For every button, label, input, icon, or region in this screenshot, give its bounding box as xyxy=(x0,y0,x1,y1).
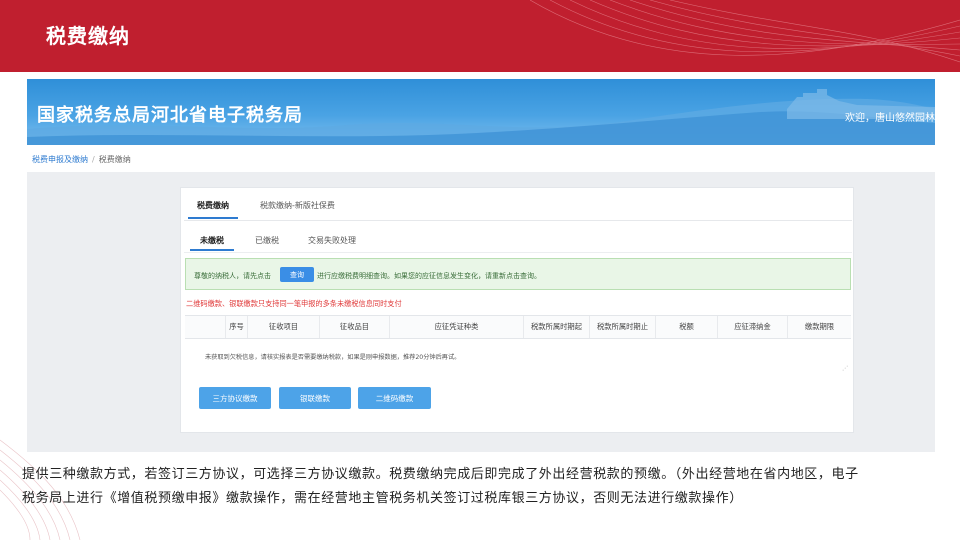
column-header: 税款所属时期起 xyxy=(523,316,589,338)
column-header: 征收品目 xyxy=(319,316,389,338)
header-wave-decoration xyxy=(530,0,960,63)
column-header: 税款所属时期止 xyxy=(589,316,655,338)
active-subtab-indicator xyxy=(190,249,234,251)
tab-social-insurance[interactable]: 税款缴纳-新版社保费 xyxy=(260,200,335,211)
breadcrumb-current: 税费缴纳 xyxy=(98,155,131,164)
notice-suffix: 进行应缴税费明细查询。如果您的应征信息发生变化，请重新点击查询。 xyxy=(317,272,541,280)
column-header: 应征滞纳金 xyxy=(717,316,787,338)
query-button[interactable]: 查询 xyxy=(280,267,314,282)
slide-header-bar xyxy=(0,0,960,72)
tab-tax-payment[interactable]: 税费缴纳 xyxy=(197,200,229,211)
unionpay-payment-button[interactable]: 银联缴款 xyxy=(279,387,351,409)
table-header: 序号 征收项目 征收品目 应征凭证种类 税款所属时期起 税款所属时期止 税额 应… xyxy=(185,315,851,339)
active-tab-indicator xyxy=(188,217,238,219)
resize-handle-icon[interactable]: ⋰ xyxy=(842,365,848,372)
notice-prefix: 尊敬的纳税人，请先点击 xyxy=(194,272,271,280)
qrcode-payment-button[interactable]: 二维码缴款 xyxy=(358,387,431,409)
column-header: 税额 xyxy=(655,316,717,338)
slide-title: 税费缴纳 xyxy=(46,24,130,48)
slide-caption: 提供三种缴款方式，若签订三方协议，可选择三方协议缴款。税费缴纳完成后即完成了外出… xyxy=(22,467,859,506)
column-header: 缴款期限 xyxy=(787,316,851,338)
welcome-text: 欢迎，唐山悠然园林绿化 xyxy=(845,113,935,124)
column-header: 征收项目 xyxy=(247,316,319,338)
subtab-failed-transactions[interactable]: 交易失败处理 xyxy=(308,235,356,246)
three-party-payment-button[interactable]: 三方协议缴款 xyxy=(199,387,271,409)
column-header: 应征凭证种类 xyxy=(389,316,523,338)
subtab-paid[interactable]: 已缴税 xyxy=(255,235,279,246)
banner-title: 国家税务总局河北省电子税务局 xyxy=(37,105,303,126)
payment-warning: 二维码缴款、银联缴款只支持同一笔申报的多条未缴税信息同时支付 xyxy=(186,299,402,308)
subtab-unpaid[interactable]: 未缴税 xyxy=(200,235,224,246)
query-notice: 尊敬的纳税人，请先点击 查询 进行应缴税费明细查询。如果您的应征信息发生变化，请… xyxy=(185,258,851,290)
sub-tabs: 未缴税 已缴税 交易失败处理 xyxy=(184,226,852,253)
main-tabs: 税费缴纳 税款缴纳-新版社保费 xyxy=(184,192,852,221)
breadcrumb-link-tax-filing[interactable]: 税费申报及缴纳 xyxy=(32,155,88,164)
column-header: 序号 xyxy=(225,316,247,338)
breadcrumb: 税费申报及缴纳 / 税费缴纳 xyxy=(32,154,131,165)
breadcrumb-separator: / xyxy=(92,155,95,164)
tax-bureau-banner: 国家税务总局河北省电子税务局 欢迎，唐山悠然园林绿化 xyxy=(27,79,935,145)
empty-table-message: 未获取到欠税信息，请核实报表是否需要缴纳税款，如果是刚申报数据，推荐20分钟后再… xyxy=(205,354,461,361)
